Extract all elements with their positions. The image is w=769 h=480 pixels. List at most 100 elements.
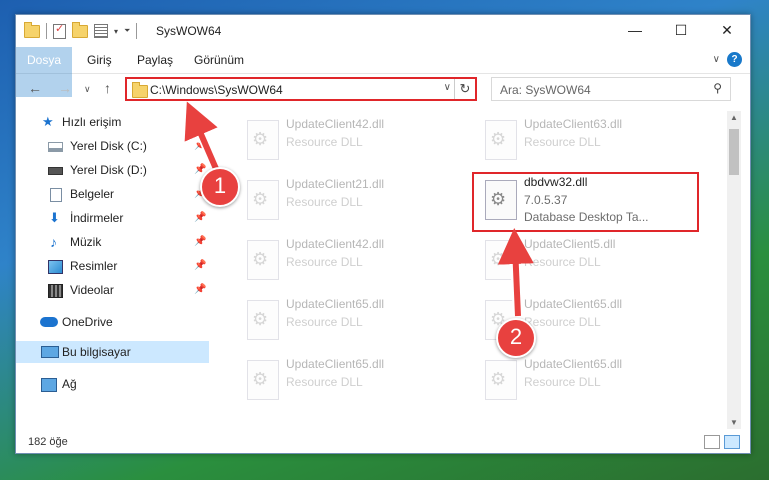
file-name: UpdateClient65.dll: [286, 357, 385, 371]
sidebar-item-pictures[interactable]: Resimler 📌: [16, 255, 209, 277]
sidebar-item-local-disk-d[interactable]: Yerel Disk (D:) 📌: [16, 159, 209, 181]
sidebar-item-label: Resimler: [70, 259, 118, 273]
minimize-button[interactable]: —: [612, 15, 658, 45]
scroll-down-icon[interactable]: ▼: [727, 418, 741, 427]
computer-icon: [41, 346, 59, 358]
forward-arrow-icon[interactable]: →: [58, 80, 72, 96]
up-arrow-icon[interactable]: ↑: [104, 80, 111, 96]
window-title: SysWOW64: [156, 24, 222, 38]
file-name: UpdateClient5.dll: [524, 237, 616, 251]
list-properties-icon[interactable]: [94, 24, 108, 38]
gear-icon: ⚙: [252, 249, 269, 269]
refresh-icon[interactable]: ↻: [454, 79, 475, 99]
sidebar-item-music[interactable]: ♪ Müzik 📌: [16, 231, 209, 253]
pin-icon[interactable]: 📌: [194, 207, 206, 229]
scrollbar-thumb[interactable]: [729, 129, 739, 175]
folder-icon: [24, 21, 40, 38]
tiles-view-icon[interactable]: [724, 435, 740, 449]
pin-icon[interactable]: 📌: [194, 279, 206, 301]
file-item[interactable]: ⚙ UpdateClient42.dll Resource DLL: [240, 115, 470, 165]
file-name: UpdateClient21.dll: [286, 177, 385, 191]
scroll-up-icon[interactable]: ▲: [727, 113, 741, 122]
address-history-chevron-icon[interactable]: ∨: [444, 82, 451, 93]
sidebar-item-documents[interactable]: Belgeler 📌: [16, 183, 209, 205]
file-name: UpdateClient65.dll: [524, 357, 623, 371]
gear-icon: ⚙: [490, 129, 507, 149]
details-view-icon[interactable]: [704, 435, 720, 449]
sidebar-item-downloads[interactable]: ⬇ İndirmeler 📌: [16, 207, 209, 229]
sidebar-item-label: Bu bilgisayar: [62, 345, 131, 359]
sidebar-item-label: Yerel Disk (D:): [70, 163, 147, 177]
folder-icon: [132, 82, 148, 98]
video-icon: [48, 284, 63, 298]
file-highlight-box: [472, 172, 699, 232]
tab-view[interactable]: Görünüm: [194, 47, 244, 73]
sidebar-item-network[interactable]: Ağ: [16, 373, 209, 395]
title-bar: ▾ ⏷ SysWOW64 — ☐ ✕: [16, 15, 750, 47]
gear-icon: ⚙: [252, 189, 269, 209]
sidebar-item-onedrive[interactable]: OneDrive: [16, 311, 209, 333]
sidebar-item-this-pc[interactable]: Bu bilgisayar: [16, 341, 209, 363]
expand-ribbon-icon[interactable]: ∨: [713, 54, 720, 65]
download-icon: ⬇: [49, 210, 60, 225]
file-description: Resource DLL: [286, 195, 363, 209]
sidebar-item-label: Ağ: [62, 377, 77, 391]
music-icon: ♪: [50, 234, 57, 250]
navigation-bar: ← → ∨ ↑ C:\Windows\SysWOW64 ∨ ↻ Ara: Sys…: [16, 75, 750, 105]
file-item[interactable]: ⚙ UpdateClient65.dll Resource DLL: [240, 355, 470, 405]
tab-share[interactable]: Paylaş: [137, 47, 173, 73]
tab-home[interactable]: Giriş: [87, 47, 112, 73]
file-description: Resource DLL: [286, 255, 363, 269]
sidebar-item-local-disk-c[interactable]: Yerel Disk (C:) 📌: [16, 135, 209, 157]
pin-icon[interactable]: 📌: [194, 255, 206, 277]
sidebar-item-quick-access[interactable]: ★ Hızlı erişim: [16, 111, 209, 133]
customize-toolbar-icon[interactable]: ⏷: [124, 26, 130, 36]
vertical-scrollbar[interactable]: ▲ ▼: [727, 111, 741, 429]
file-item[interactable]: ⚙ UpdateClient42.dll Resource DLL: [240, 235, 470, 285]
search-input[interactable]: Ara: SysWOW64 ⚲: [491, 77, 731, 101]
window-controls: — ☐ ✕: [612, 15, 750, 45]
dll-file-icon: ⚙: [485, 120, 517, 160]
navigation-pane: ★ Hızlı erişim Yerel Disk (C:) 📌 Yerel D…: [16, 111, 211, 429]
view-switcher: [704, 435, 740, 449]
toolbar-divider: [136, 23, 138, 39]
dll-file-icon: ⚙: [485, 240, 517, 280]
star-icon: ★: [42, 114, 54, 129]
dll-file-icon: ⚙: [485, 360, 517, 400]
step-1-badge: 1: [200, 167, 240, 207]
close-button[interactable]: ✕: [704, 15, 750, 45]
recent-locations-icon[interactable]: ∨: [84, 84, 91, 95]
file-list: ⚙ UpdateClient42.dll Resource DLL ⚙ Upda…: [216, 111, 724, 431]
sidebar-item-label: Hızlı erişim: [62, 115, 122, 129]
chevron-down-icon[interactable]: ▾: [114, 27, 118, 36]
address-bar[interactable]: C:\Windows\SysWOW64 ∨ ↻: [125, 77, 477, 101]
toolbar-divider: [46, 23, 47, 39]
back-arrow-icon[interactable]: ←: [28, 80, 42, 96]
sidebar-item-videos[interactable]: Videolar 📌: [16, 279, 209, 301]
file-item[interactable]: ⚙ UpdateClient5.dll Resource DLL: [478, 235, 708, 285]
gear-icon: ⚙: [490, 249, 507, 269]
sidebar-item-label: İndirmeler: [70, 211, 124, 225]
step-2-badge: 2: [496, 318, 536, 358]
dll-file-icon: ⚙: [247, 360, 279, 400]
help-icon[interactable]: ?: [727, 52, 742, 67]
gear-icon: ⚙: [252, 129, 269, 149]
properties-check-icon[interactable]: [53, 22, 66, 39]
maximize-button[interactable]: ☐: [658, 15, 704, 45]
file-item[interactable]: ⚙ UpdateClient65.dll Resource DLL: [478, 355, 708, 405]
file-description: Resource DLL: [524, 255, 601, 269]
file-description: Resource DLL: [524, 375, 601, 389]
search-icon[interactable]: ⚲: [713, 81, 722, 95]
dll-file-icon: ⚙: [247, 240, 279, 280]
file-name: UpdateClient63.dll: [524, 117, 623, 131]
gear-icon: ⚙: [252, 369, 269, 389]
address-path[interactable]: C:\Windows\SysWOW64: [150, 83, 283, 97]
pin-icon[interactable]: 📌: [194, 231, 206, 253]
drive-icon: [48, 167, 63, 175]
file-item[interactable]: ⚙ UpdateClient65.dll Resource DLL: [240, 295, 470, 345]
file-item[interactable]: ⚙ UpdateClient21.dll Resource DLL: [240, 175, 470, 225]
pin-icon[interactable]: 📌: [194, 135, 206, 157]
file-item[interactable]: ⚙ UpdateClient63.dll Resource DLL: [478, 115, 708, 165]
new-folder-icon[interactable]: [72, 21, 88, 38]
gear-icon: ⚙: [252, 309, 269, 329]
